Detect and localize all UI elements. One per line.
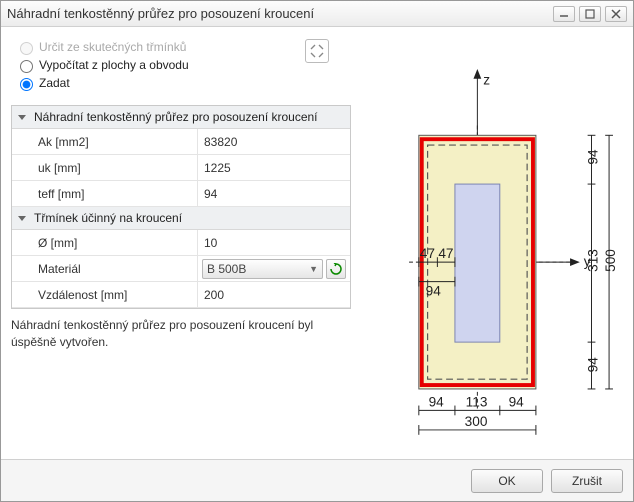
radio-enter[interactable]: Zadat — [15, 75, 351, 91]
input-dist[interactable] — [202, 287, 346, 303]
radio-from-area[interactable]: Vypočítat z plochy a obvodu — [15, 57, 351, 73]
cross-section-diagram: z y — [361, 67, 623, 467]
section-title: Náhradní tenkostěnný průřez pro posouzen… — [34, 110, 318, 124]
close-icon — [611, 9, 621, 19]
svg-text:94: 94 — [509, 395, 525, 410]
row-material: Materiál B 500B ▼ — [12, 256, 350, 282]
svg-text:94: 94 — [585, 357, 600, 373]
label-dist: Vzdálenost [mm] — [12, 288, 197, 302]
minimize-button[interactable] — [553, 6, 575, 22]
ok-button[interactable]: OK — [471, 469, 543, 493]
input-ak[interactable] — [202, 134, 346, 150]
svg-text:47: 47 — [438, 246, 453, 261]
svg-text:113: 113 — [466, 395, 488, 410]
label-teff: teff [mm] — [12, 187, 197, 201]
expand-button[interactable] — [305, 39, 329, 63]
input-uk[interactable] — [202, 160, 346, 176]
radio-from-stirrups: Určit ze skutečných třmínků — [15, 39, 351, 55]
svg-text:47: 47 — [420, 246, 435, 261]
select-material[interactable]: B 500B ▼ — [202, 259, 323, 279]
radio-label: Zadat — [39, 76, 70, 90]
svg-text:300: 300 — [465, 414, 488, 429]
input-diam[interactable] — [202, 235, 346, 251]
status-text: Náhradní tenkostěnný průřez pro posouzen… — [11, 317, 351, 351]
ok-button-label: OK — [498, 474, 515, 488]
label-diam: Ø [mm] — [12, 236, 197, 250]
row-diam: Ø [mm] — [12, 230, 350, 256]
radio-label: Vypočítat z plochy a obvodu — [39, 58, 189, 72]
row-dist: Vzdálenost [mm] — [12, 282, 350, 308]
left-panel: Určit ze skutečných třmínků Vypočítat z … — [11, 35, 351, 451]
section-title: Třmínek účinný na kroucení — [34, 211, 182, 225]
chevron-down-icon — [18, 115, 26, 120]
cancel-button-label: Zrušit — [572, 474, 602, 488]
expand-icon — [310, 44, 324, 58]
radio-from-area-input[interactable] — [20, 60, 33, 73]
radio-label: Určit ze skutečných třmínků — [39, 40, 186, 54]
mode-radio-group: Určit ze skutečných třmínků Vypočítat z … — [15, 37, 351, 93]
svg-text:500: 500 — [603, 249, 618, 272]
content-area: Určit ze skutečných třmínků Vypočítat z … — [1, 27, 633, 459]
radio-enter-input[interactable] — [20, 78, 33, 91]
window-title: Náhradní tenkostěnný průřez pro posouzen… — [7, 6, 314, 21]
select-material-value: B 500B — [207, 262, 246, 276]
chevron-down-icon: ▼ — [309, 264, 318, 274]
svg-text:94: 94 — [429, 395, 445, 410]
minimize-icon — [559, 9, 569, 19]
section-header-2[interactable]: Třmínek účinný na kroucení — [12, 207, 350, 230]
property-grid: Náhradní tenkostěnný průřez pro posouzen… — [11, 105, 351, 309]
status-line2: úspěšně vytvořen. — [11, 335, 108, 349]
row-uk: uk [mm] — [12, 155, 350, 181]
row-teff: teff [mm] — [12, 181, 350, 207]
radio-from-stirrups-input — [20, 42, 33, 55]
status-line1: Náhradní tenkostěnný průřez pro posouzen… — [11, 318, 313, 332]
dialog-window: Náhradní tenkostěnný průřez pro posouzen… — [0, 0, 634, 502]
row-ak: Ak [mm2] — [12, 129, 350, 155]
cycle-icon — [330, 263, 342, 275]
chevron-down-icon — [18, 216, 26, 221]
close-button[interactable] — [605, 6, 627, 22]
axis-z-label: z — [483, 73, 490, 88]
diagram-panel: z y — [361, 35, 623, 451]
label-material: Materiál — [12, 262, 197, 276]
label-ak: Ak [mm2] — [12, 135, 197, 149]
maximize-icon — [585, 9, 595, 19]
material-swap-button[interactable] — [326, 259, 346, 279]
maximize-button[interactable] — [579, 6, 601, 22]
svg-text:94: 94 — [426, 283, 442, 298]
titlebar: Náhradní tenkostěnný průřez pro posouzen… — [1, 1, 633, 27]
svg-text:94: 94 — [585, 149, 600, 165]
section-header-1[interactable]: Náhradní tenkostěnný průřez pro posouzen… — [12, 106, 350, 129]
label-uk: uk [mm] — [12, 161, 197, 175]
input-teff[interactable] — [202, 186, 346, 202]
cancel-button[interactable]: Zrušit — [551, 469, 623, 493]
svg-text:313: 313 — [585, 249, 600, 272]
